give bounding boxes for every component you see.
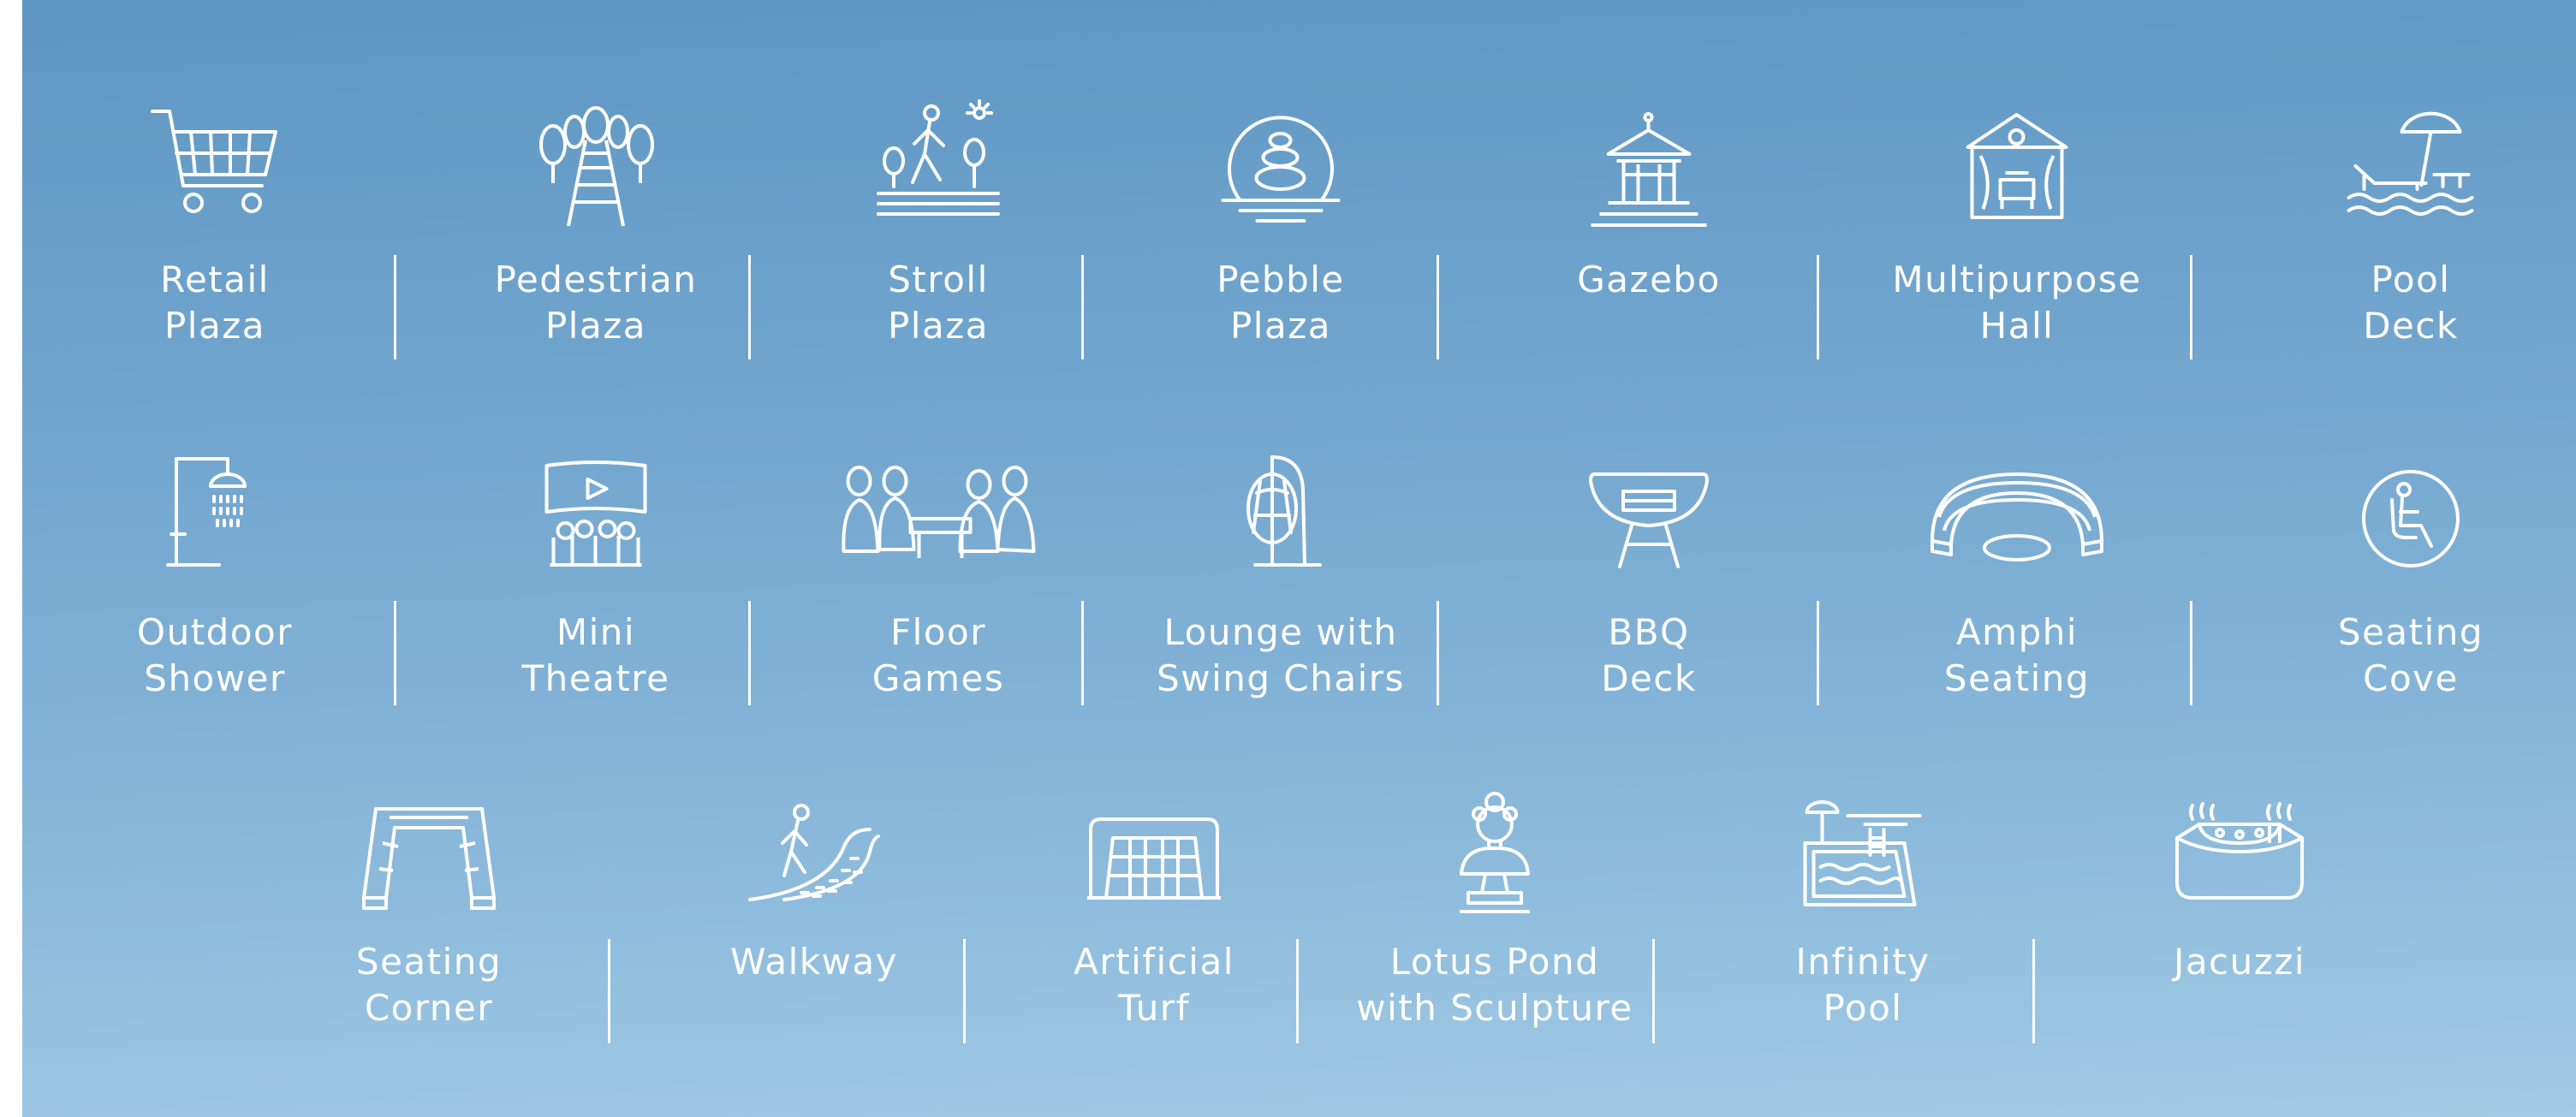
- amenity-label-line1: Mini: [556, 611, 636, 653]
- row2-divider-5: [1817, 601, 1819, 705]
- amenity-label-line2: Deck: [1601, 657, 1697, 699]
- outdoor-shower-icon: [166, 457, 262, 567]
- row2-divider-6: [2190, 601, 2192, 705]
- row1-divider-6: [2190, 255, 2192, 359]
- theatre-screen-icon: [544, 460, 647, 567]
- row3-divider-1: [608, 939, 610, 1043]
- row3-divider-5: [2032, 939, 2035, 1043]
- bbq-grill-icon: [1589, 472, 1709, 568]
- row2-divider-1: [394, 601, 396, 705]
- pool-deck-umbrella-icon: [2347, 108, 2474, 219]
- row2-divider-4: [1437, 601, 1439, 705]
- amenity-label-line2: Plaza: [164, 305, 266, 347]
- amenity-label-line1: Outdoor: [137, 611, 293, 653]
- amenity-label-line2: Corner: [364, 987, 494, 1029]
- seating-corner-icon: [362, 807, 496, 910]
- amenity-label-line2: Hall: [1979, 305, 2055, 347]
- amenity-label-line2: Plaza: [544, 305, 647, 347]
- amenity-label-line1: Lotus Pond: [1389, 941, 1600, 983]
- seated-person-icon: [2361, 469, 2460, 568]
- amenity-label-line1: BBQ: [1608, 611, 1690, 653]
- amenity-label-line2: Turf: [1118, 987, 1190, 1029]
- amenity-label-line1: Jacuzzi: [2173, 941, 2306, 983]
- row1-divider-5: [1817, 255, 1819, 359]
- amenity-label-line2: Pool: [1823, 987, 1903, 1029]
- row3-divider-4: [1652, 939, 1655, 1043]
- amenity-label-line1: Retail: [160, 258, 270, 300]
- row1-divider-2: [748, 255, 751, 359]
- amenity-label-line2: Plaza: [1229, 305, 1332, 347]
- amenity-label-line1: Pool: [2371, 258, 2451, 300]
- swing-chair-icon: [1241, 455, 1322, 568]
- amenity-label-line2: Seating: [1943, 657, 2091, 699]
- amenity-label-line2: with Sculpture: [1356, 987, 1633, 1029]
- amenity-label-line2: Deck: [2363, 305, 2459, 347]
- row1-divider-3: [1081, 255, 1084, 359]
- amenity-row-2: Outdoor Shower Mini Theatre Floor Games …: [22, 454, 2576, 728]
- amenity-label-line2: Swing Chairs: [1157, 657, 1405, 699]
- row3-divider-3: [1296, 939, 1299, 1043]
- floor-games-people-icon: [842, 466, 1036, 561]
- amenity-label-line1: Pebble: [1217, 258, 1345, 300]
- amenity-label-line1: Lounge with: [1163, 611, 1398, 653]
- row2-divider-2: [748, 601, 751, 705]
- pebble-stack-icon: [1221, 115, 1341, 223]
- amenity-label-line2: Cove: [2363, 657, 2459, 699]
- amenity-label-line1: Artificial: [1074, 941, 1234, 983]
- amenity-label-line1: Seating: [2337, 611, 2484, 653]
- amenity-label-line1: Pedestrian: [494, 258, 698, 300]
- tree-path-icon: [536, 106, 656, 227]
- amenity-row-3: Seating Corner Walkway Artificial Turf L…: [22, 792, 2576, 1066]
- shopping-cart-icon: [151, 104, 279, 220]
- gazebo-icon: [1591, 112, 1707, 227]
- stroller-walk-icon: [877, 99, 1000, 217]
- jacuzzi-icon: [2168, 802, 2311, 900]
- amenity-label-line1: Multipurpose: [1892, 258, 2142, 300]
- amenity-label-line1: Seating: [355, 941, 503, 983]
- amenity-label-line1: Amphi: [1955, 611, 2079, 653]
- amenity-label-line1: Stroll: [888, 258, 989, 300]
- amenity-label-line1: Gazebo: [1577, 258, 1721, 300]
- amenity-label-line1: Infinity: [1795, 941, 1931, 983]
- infinity-pool-icon: [1803, 795, 1922, 908]
- row2-divider-3: [1081, 601, 1084, 705]
- row1-divider-4: [1437, 255, 1439, 359]
- amenity-label-line2: Games: [872, 657, 1005, 699]
- hall-building-icon: [1966, 113, 2068, 219]
- amenity-label-line1: Walkway: [729, 941, 898, 983]
- row3-divider-2: [963, 939, 966, 1043]
- amenity-label-line2: Theatre: [521, 657, 670, 699]
- amenities-panel: Retail Plaza Pedestrian Plaza Stroll Pla…: [22, 0, 2576, 1117]
- amphitheatre-icon: [1931, 472, 2103, 568]
- amenity-label-line2: Shower: [144, 657, 286, 699]
- row1-divider-1: [394, 255, 396, 359]
- walkway-person-icon: [748, 804, 880, 905]
- amenity-row-1: Retail Plaza Pedestrian Plaza Stroll Pla…: [22, 99, 2576, 375]
- amenity-label-line1: Floor: [890, 611, 986, 653]
- goal-net-icon: [1087, 817, 1221, 900]
- bust-sculpture-icon: [1456, 792, 1533, 913]
- amenity-label-line2: Plaza: [887, 305, 990, 347]
